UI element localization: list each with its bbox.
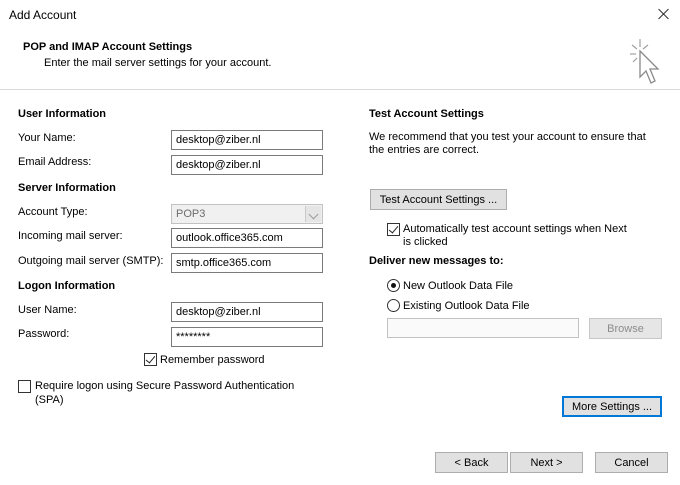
user-name-input[interactable]: desktop@ziber.nl	[171, 302, 323, 322]
server-info-heading: Server Information	[18, 182, 116, 194]
account-type-select[interactable]: POP3	[171, 204, 323, 224]
outgoing-server-input[interactable]: smtp.office365.com	[171, 253, 323, 273]
user-name-label: User Name:	[18, 304, 77, 316]
existing-data-file-label: Existing Outlook Data File	[403, 300, 530, 312]
title-bar: Add Account	[0, 0, 680, 31]
email-address-input[interactable]: desktop@ziber.nl	[171, 155, 323, 175]
remember-password-checkbox[interactable]	[144, 353, 157, 366]
existing-data-file-radio[interactable]	[387, 299, 400, 312]
existing-data-file-path-input[interactable]	[387, 318, 579, 338]
more-settings-button[interactable]: More Settings ...	[562, 396, 662, 417]
test-description-line2: the entries are correct.	[369, 144, 480, 156]
user-info-heading: User Information	[18, 108, 107, 120]
email-address-label: Email Address:	[18, 156, 92, 168]
password-label: Password:	[18, 328, 70, 340]
chevron-down-icon	[305, 206, 321, 222]
window-title: Add Account	[9, 8, 77, 22]
spa-label-line1: Require logon using Secure Password Auth…	[35, 380, 295, 392]
dialog-header: POP and IMAP Account Settings Enter the …	[0, 31, 680, 89]
new-data-file-label: New Outlook Data File	[403, 280, 514, 292]
close-icon[interactable]	[656, 6, 672, 22]
your-name-label: Your Name:	[18, 132, 76, 144]
auto-test-checkbox[interactable]	[387, 223, 400, 236]
incoming-server-input[interactable]: outlook.office365.com	[171, 228, 323, 248]
remember-password-label: Remember password	[160, 354, 265, 366]
deliver-heading: Deliver new messages to:	[369, 255, 504, 267]
new-data-file-radio[interactable]	[387, 279, 400, 292]
logon-info-heading: Logon Information	[18, 280, 116, 292]
header-divider	[0, 89, 680, 90]
outgoing-server-label: Outgoing mail server (SMTP):	[18, 255, 164, 267]
add-account-dialog: Add Account POP and IMAP Account Setting…	[0, 0, 680, 485]
test-account-settings-button[interactable]: Test Account Settings ...	[370, 189, 507, 210]
auto-test-label-line2: is clicked	[403, 236, 448, 248]
account-type-label: Account Type:	[18, 206, 88, 218]
your-name-input[interactable]: desktop@ziber.nl	[171, 130, 323, 150]
browse-button[interactable]: Browse	[589, 318, 662, 339]
spa-checkbox[interactable]	[18, 380, 31, 393]
next-button[interactable]: Next >	[510, 452, 583, 473]
test-description-line1: We recommend that you test your account …	[369, 131, 646, 143]
back-button[interactable]: < Back	[435, 452, 508, 473]
header-subtitle: Enter the mail server settings for your …	[44, 57, 272, 69]
cancel-button[interactable]: Cancel	[595, 452, 668, 473]
cursor-sparkle-icon	[630, 39, 660, 84]
spa-label-line2: (SPA)	[35, 394, 64, 406]
test-settings-heading: Test Account Settings	[369, 108, 484, 120]
password-input[interactable]: ********	[171, 327, 323, 347]
header-title: POP and IMAP Account Settings	[23, 41, 193, 53]
auto-test-label-line1: Automatically test account settings when…	[403, 223, 627, 235]
account-type-value: POP3	[176, 208, 206, 220]
incoming-server-label: Incoming mail server:	[18, 230, 123, 242]
